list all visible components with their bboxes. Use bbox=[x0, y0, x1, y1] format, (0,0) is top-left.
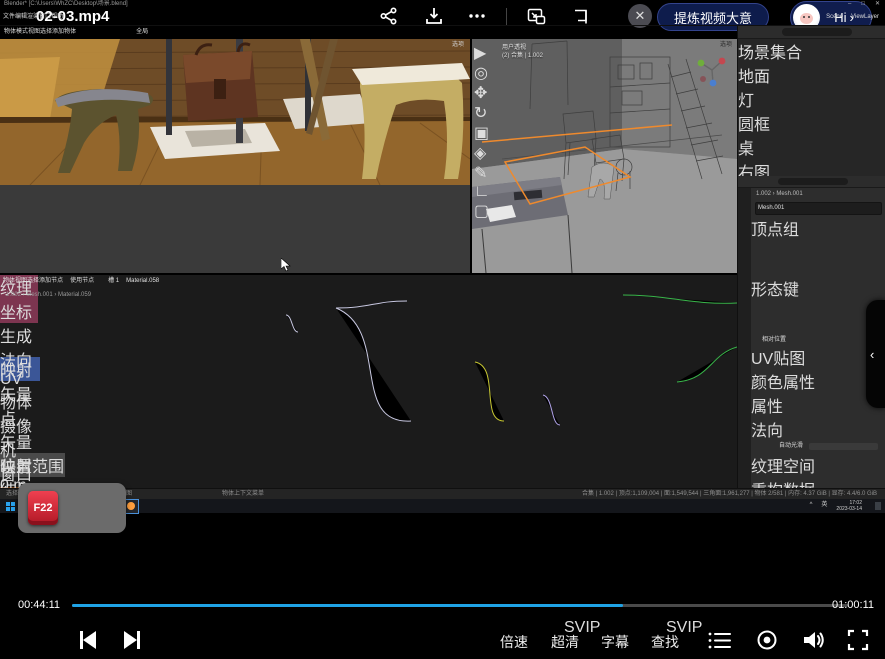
vertex-groups-section[interactable]: 顶点组 bbox=[751, 216, 885, 240]
solid-viewport[interactable]: ▶ ◎ ✥ ↻ ▣ ◈ ✎ ∟ ▢ 用户透视 (2) 合集 | 1.002 选项 bbox=[472, 39, 737, 273]
view-menu[interactable]: 视图 bbox=[28, 29, 40, 36]
mode-dropdown[interactable]: 物体模式 bbox=[4, 29, 28, 36]
menu-file[interactable]: 文件 bbox=[3, 14, 15, 21]
blender-titlebar: Blender* [C:\Users\WhZC\Desktop\场景.blend… bbox=[0, 0, 885, 10]
add-menu[interactable]: 添加 bbox=[52, 29, 64, 36]
auto-smooth-row[interactable]: 自动光滑 bbox=[751, 441, 885, 452]
relative-row[interactable]: 相对位置 bbox=[751, 336, 885, 345]
next-button[interactable] bbox=[124, 631, 140, 649]
notification-icon[interactable] bbox=[875, 502, 881, 510]
outliner[interactable]: 场景集合 地面 灯 圆框 bbox=[737, 26, 885, 176]
chevron-left-icon: ‹ bbox=[870, 347, 874, 362]
properties-search-input[interactable] bbox=[778, 178, 848, 185]
volume-icon[interactable] bbox=[802, 629, 826, 656]
attributes-section[interactable]: 属性 bbox=[751, 393, 885, 417]
viewport-options-dropdown[interactable]: 选项 bbox=[452, 42, 464, 49]
properties-editor[interactable]: 1.002 › Mesh.001 Mesh.001 顶点组 形态键 相对位置 U… bbox=[737, 176, 885, 488]
find-button[interactable]: 查找 bbox=[651, 632, 679, 652]
playback-speed-button[interactable]: 倍速 bbox=[500, 632, 528, 652]
viewlayer-selector[interactable]: ViewLayer bbox=[851, 14, 879, 21]
blender-topbar: 文件 编辑 渲染 窗口 帮助 Scene ViewLayer bbox=[0, 10, 885, 26]
rendered-viewport[interactable]: 选项 bbox=[0, 39, 470, 273]
video-player: 02-03.mp4 ✕ 提炼视频大意 Hi bbox=[0, 0, 885, 659]
rendered-scene-image bbox=[0, 39, 470, 185]
sidebar-drawer-handle[interactable]: ‹ bbox=[866, 300, 885, 408]
select-tool[interactable]: ▶ bbox=[474, 43, 490, 63]
outliner-item[interactable]: 灯 bbox=[738, 87, 885, 111]
remesh-section[interactable]: 重构数据 bbox=[751, 477, 885, 488]
start-button[interactable] bbox=[6, 502, 15, 511]
blender-title-text: Blender* [C:\Users\WhZC\Desktop\场景.blend… bbox=[4, 1, 128, 8]
measure-tool[interactable]: ∟ bbox=[474, 183, 490, 201]
properties-content: 1.002 › Mesh.001 Mesh.001 顶点组 形态键 相对位置 U… bbox=[751, 188, 885, 488]
tray-expand-icon[interactable]: ^ bbox=[810, 502, 813, 509]
progress-bar[interactable] bbox=[72, 604, 848, 607]
viewport-toolbar: ▶ ◎ ✥ ↻ ▣ ◈ ✎ ∟ ▢ bbox=[474, 43, 490, 221]
viewport-options-dropdown-right[interactable]: 选项 bbox=[720, 42, 732, 49]
object-menu[interactable]: 物体 bbox=[64, 29, 76, 36]
color-attributes-section[interactable]: 颜色属性 bbox=[751, 369, 885, 393]
keycap-label: F22 bbox=[34, 502, 53, 514]
screen-record-icon[interactable] bbox=[756, 629, 778, 656]
mouse-cursor bbox=[281, 258, 291, 272]
keystroke-overlay: F22 bbox=[18, 483, 126, 533]
navigation-gizmo[interactable] bbox=[695, 53, 729, 87]
scene-selector[interactable]: Scene bbox=[826, 14, 843, 21]
outliner-header bbox=[738, 26, 885, 39]
shader-node-editor[interactable]: 物体 视图 选择 添加 节点 使用节点 槽 1 Material.058 bbox=[0, 275, 737, 488]
windows-taskbar: ^ 英 17:02 2023-03-14 bbox=[0, 499, 885, 513]
shape-keys-section[interactable]: 形态键 bbox=[751, 276, 885, 300]
menu-help[interactable]: 帮助 bbox=[51, 14, 63, 21]
quality-button[interactable]: 超清 bbox=[551, 632, 579, 652]
node-wires bbox=[0, 275, 737, 488]
transform-tool[interactable]: ◈ bbox=[474, 143, 490, 163]
vertex-groups-list[interactable] bbox=[755, 242, 882, 274]
shape-keys-list[interactable] bbox=[755, 302, 882, 334]
fullscreen-icon[interactable] bbox=[847, 629, 869, 656]
menu-edit[interactable]: 编辑 bbox=[15, 14, 27, 21]
uv-maps-section[interactable]: UV贴图 bbox=[751, 345, 885, 369]
view-name-label: 用户透视 bbox=[502, 45, 526, 52]
mouse-hint-select: 选择 bbox=[6, 491, 18, 498]
language-indicator[interactable]: 英 bbox=[821, 502, 827, 509]
properties-tab-strip bbox=[738, 188, 751, 492]
outliner-search-input[interactable] bbox=[782, 28, 852, 36]
playlist-icon[interactable] bbox=[708, 631, 732, 655]
window-maximize-button[interactable]: □ bbox=[861, 1, 865, 8]
outliner-item[interactable]: 场景集合 bbox=[738, 39, 885, 63]
move-tool[interactable]: ✥ bbox=[474, 83, 490, 103]
annotate-tool[interactable]: ✎ bbox=[474, 163, 490, 183]
current-time: 00:44:11 bbox=[18, 599, 60, 611]
transform-orientation-dropdown[interactable]: 全局 bbox=[136, 29, 148, 36]
previous-button[interactable] bbox=[80, 631, 96, 649]
viewport-header: 物体模式 视图 选择 添加 物体 全局 bbox=[0, 26, 737, 39]
progress-fill bbox=[72, 604, 623, 607]
auto-smooth-angle-field[interactable] bbox=[809, 443, 878, 450]
properties-breadcrumb: 1.002 › Mesh.001 bbox=[751, 188, 885, 201]
scale-tool[interactable]: ▣ bbox=[474, 123, 490, 143]
properties-header bbox=[738, 176, 885, 188]
select-menu[interactable]: 选择 bbox=[40, 29, 52, 36]
menu-render[interactable]: 渲染 bbox=[27, 14, 39, 21]
total-time: 01:00:11 bbox=[832, 599, 874, 611]
clock-date: 2023-03-14 bbox=[836, 506, 862, 512]
subtitles-button[interactable]: 字幕 bbox=[601, 632, 629, 652]
keycap: F22 bbox=[28, 491, 58, 525]
menu-window[interactable]: 窗口 bbox=[39, 14, 51, 21]
cursor-tool[interactable]: ◎ bbox=[474, 63, 490, 83]
active-collection-label: (2) 合集 | 1.002 bbox=[502, 53, 543, 60]
mouse-hint-context: 物体上下文菜单 bbox=[222, 491, 264, 498]
mesh-name-field[interactable]: Mesh.001 bbox=[755, 202, 882, 215]
add-cube-tool[interactable]: ▢ bbox=[474, 201, 490, 221]
window-close-button[interactable]: ✕ bbox=[875, 1, 880, 8]
outliner-item[interactable]: 地面 bbox=[738, 63, 885, 87]
scene-statistics: 合集 | 1.002 | 顶点:1,109,004 | 面:1,549,544 … bbox=[582, 491, 877, 498]
normals-section[interactable]: 法向 bbox=[751, 417, 885, 441]
texture-space-section[interactable]: 纹理空间 bbox=[751, 453, 885, 477]
outliner-item[interactable]: 圆框 bbox=[738, 111, 885, 135]
window-minimize-button[interactable]: – bbox=[848, 1, 851, 8]
clock[interactable]: 17:02 2023-03-14 bbox=[836, 500, 862, 512]
outliner-item[interactable]: 桌 bbox=[738, 135, 885, 159]
rotate-tool[interactable]: ↻ bbox=[474, 103, 490, 123]
